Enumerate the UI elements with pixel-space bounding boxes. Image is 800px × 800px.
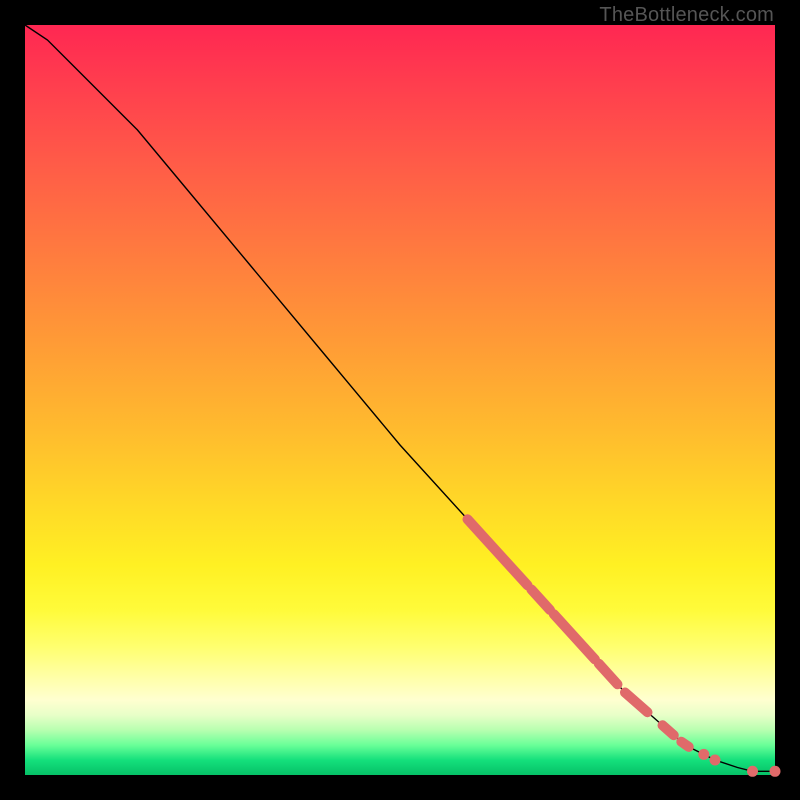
highlight-segment [554, 614, 595, 659]
highlight-point [698, 749, 709, 760]
chart-overlay-svg [25, 25, 775, 775]
watermark-text: TheBottleneck.com [599, 4, 774, 27]
highlight-segment [468, 519, 528, 585]
highlight-point [710, 755, 721, 766]
highlight-segment [531, 589, 550, 610]
bottleneck-curve [25, 25, 775, 771]
highlight-segment [625, 693, 648, 713]
highlight-segment [681, 742, 689, 747]
chart-container: TheBottleneck.com [0, 0, 800, 800]
highlight-point [747, 766, 758, 777]
highlight-segment [663, 725, 674, 735]
highlight-layer [468, 519, 781, 777]
highlight-point [770, 766, 781, 777]
highlight-segment [599, 664, 618, 685]
